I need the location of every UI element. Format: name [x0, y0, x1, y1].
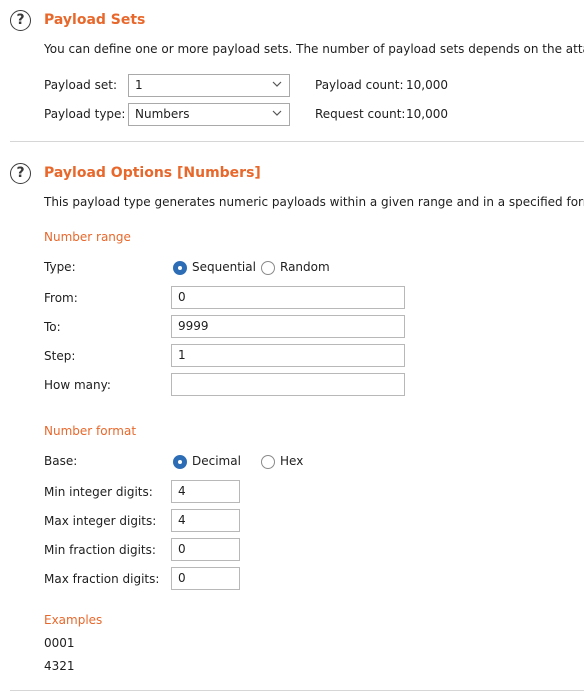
help-circle-icon[interactable]: ?: [10, 10, 31, 31]
how-many-input[interactable]: [171, 373, 405, 396]
from-input[interactable]: 0: [171, 286, 405, 309]
number-format-heading: Number format: [44, 424, 137, 438]
min-integer-digits-label: Min integer digits:: [44, 485, 153, 499]
max-fraction-digits-label: Max fraction digits:: [44, 572, 160, 586]
min-fraction-digits-input[interactable]: 0: [171, 538, 240, 561]
payload-set-label: Payload set:: [44, 78, 117, 92]
examples-heading: Examples: [44, 613, 103, 627]
help-circle-icon[interactable]: ?: [10, 163, 31, 184]
chevron-down-icon: [272, 110, 282, 116]
to-label: To:: [44, 320, 61, 334]
payload-set-value: 1: [135, 78, 143, 92]
payload-type-value: Numbers: [135, 107, 190, 121]
min-integer-digits-input[interactable]: 4: [171, 480, 240, 503]
payload-count-label: Payload count:: [315, 78, 404, 92]
section-title-payload-sets: Payload Sets: [44, 12, 146, 28]
request-count-value: 10,000: [406, 107, 448, 121]
payload-type-select[interactable]: Numbers: [128, 103, 290, 126]
payload-sets-description: You can define one or more payload sets.…: [44, 42, 584, 56]
chevron-down-icon: [272, 81, 282, 87]
number-range-heading: Number range: [44, 230, 131, 244]
section-divider: [10, 141, 584, 142]
to-input[interactable]: 9999: [171, 315, 405, 338]
intruder-payloads-panel: ? Payload Sets You can define one or mor…: [0, 0, 584, 695]
max-integer-digits-input[interactable]: 4: [171, 509, 240, 532]
section-title-payload-options: Payload Options [Numbers]: [44, 165, 261, 181]
radio-random-label[interactable]: Random: [280, 260, 330, 274]
request-count-label: Request count:: [315, 107, 406, 121]
radio-random[interactable]: [261, 261, 275, 275]
step-input[interactable]: 1: [171, 344, 405, 367]
min-fraction-digits-label: Min fraction digits:: [44, 543, 156, 557]
radio-decimal[interactable]: [173, 455, 187, 469]
base-label: Base:: [44, 454, 78, 468]
step-label: Step:: [44, 349, 76, 363]
example-item: 4321: [44, 659, 75, 673]
radio-decimal-label[interactable]: Decimal: [192, 454, 241, 468]
payload-set-select[interactable]: 1: [128, 74, 290, 97]
payload-count-value: 10,000: [406, 78, 448, 92]
radio-hex[interactable]: [261, 455, 275, 469]
payload-type-label: Payload type:: [44, 107, 126, 121]
radio-sequential[interactable]: [173, 261, 187, 275]
how-many-label: How many:: [44, 378, 111, 392]
radio-sequential-label[interactable]: Sequential: [192, 260, 256, 274]
radio-hex-label[interactable]: Hex: [280, 454, 303, 468]
type-label: Type:: [44, 260, 76, 274]
example-item: 0001: [44, 636, 75, 650]
max-fraction-digits-input[interactable]: 0: [171, 567, 240, 590]
from-label: From:: [44, 291, 78, 305]
payload-options-description: This payload type generates numeric payl…: [44, 195, 584, 209]
section-divider: [10, 690, 584, 691]
max-integer-digits-label: Max integer digits:: [44, 514, 157, 528]
